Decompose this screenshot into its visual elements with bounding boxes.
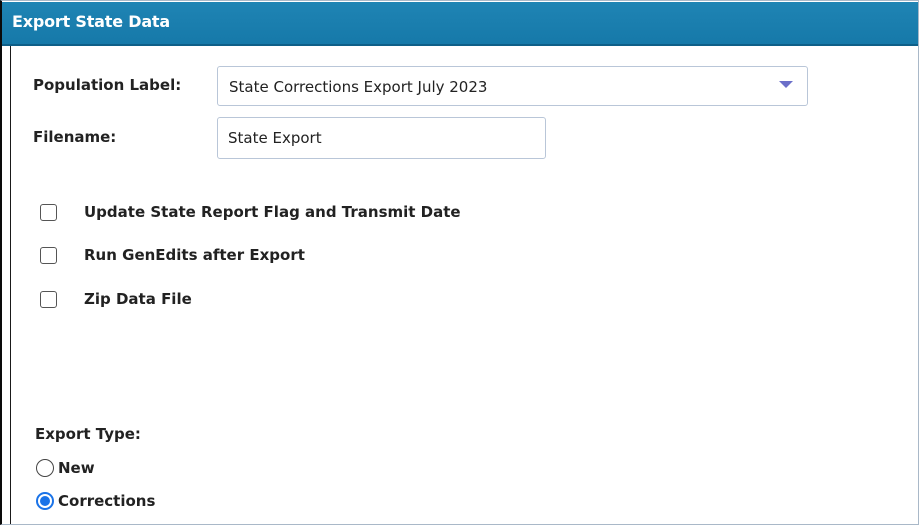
- export-state-data-dialog: Export State Data Population Label: Stat…: [0, 0, 919, 525]
- update-state-report-flag-label[interactable]: Update State Report Flag and Transmit Da…: [84, 203, 461, 221]
- update-state-report-flag-checkbox[interactable]: [40, 203, 57, 221]
- update-state-report-flag-option[interactable]: Update State Report Flag and Transmit Da…: [40, 199, 461, 225]
- dropdown-arrow-icon[interactable]: [779, 81, 793, 88]
- filename-input[interactable]: [217, 117, 546, 159]
- run-genedits-label[interactable]: Run GenEdits after Export: [84, 246, 305, 264]
- filename-label: Filename:: [33, 128, 117, 146]
- run-genedits-checkbox[interactable]: [40, 246, 57, 264]
- zip-data-file-checkbox[interactable]: [40, 290, 57, 308]
- zip-data-file-label[interactable]: Zip Data File: [84, 290, 192, 308]
- export-type-new-radio[interactable]: [36, 459, 54, 477]
- export-type-new-label[interactable]: New: [58, 459, 95, 477]
- dialog-title: Export State Data: [12, 12, 170, 31]
- population-label-select[interactable]: State Corrections Export July 2023: [217, 66, 808, 106]
- dialog-title-bar: Export State Data: [2, 2, 918, 46]
- left-frame-edge: [0, 46, 11, 525]
- population-label-label: Population Label:: [33, 76, 182, 94]
- export-type-new-option[interactable]: New: [36, 456, 95, 480]
- export-type-corrections-radio[interactable]: [36, 492, 54, 510]
- export-type-label: Export Type:: [35, 425, 141, 443]
- zip-data-file-option[interactable]: Zip Data File: [40, 286, 192, 312]
- run-genedits-option[interactable]: Run GenEdits after Export: [40, 242, 305, 268]
- population-label-value: State Corrections Export July 2023: [229, 78, 488, 96]
- export-type-corrections-option[interactable]: Corrections: [36, 489, 155, 513]
- export-type-corrections-label[interactable]: Corrections: [58, 492, 155, 510]
